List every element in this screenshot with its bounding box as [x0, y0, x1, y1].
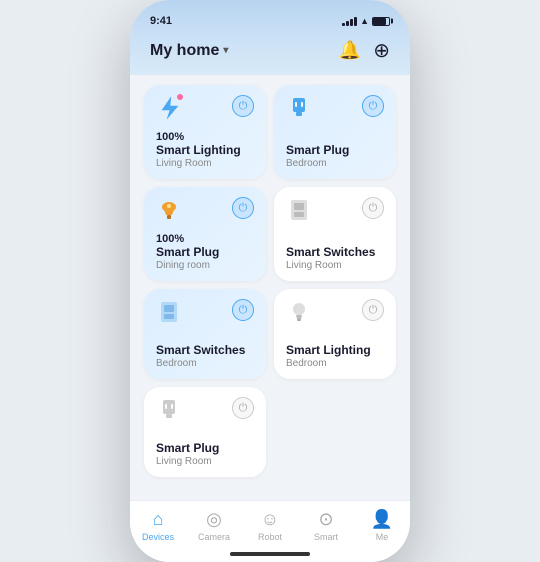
device-card-smart-lighting-bedroom[interactable]: ⏻ Smart Lighting Bedroom — [274, 289, 396, 379]
device-label: Smart Switches — [286, 245, 384, 259]
nav-item-me[interactable]: 👤 Me — [354, 509, 410, 542]
switch-icon — [286, 197, 312, 228]
device-card-smart-plug-living[interactable]: ⏻ Smart Plug Living Room — [144, 387, 266, 477]
header: My home ▾ 🔔 ⊕ — [130, 32, 410, 75]
add-icon[interactable]: ⊕ — [373, 38, 390, 63]
battery-icon — [372, 17, 390, 26]
nav-item-robot[interactable]: ☺ Robot — [242, 509, 298, 542]
power-button-off[interactable]: ⏻ — [362, 299, 384, 321]
device-grid: ⏻ 100% Smart Lighting Living Room — [130, 75, 410, 500]
home-title-text: My home — [150, 42, 219, 60]
device-sublabel: Living Room — [156, 158, 254, 169]
power-button-off[interactable]: ⏻ — [232, 397, 254, 419]
wifi-icon: ▲ — [360, 16, 369, 26]
bell-icon[interactable]: 🔔 — [339, 40, 361, 61]
status-bar: 9:41 ▲ — [130, 0, 410, 32]
power-button-on[interactable]: ⏻ — [232, 95, 254, 117]
phone-shell: 9:41 ▲ My home ▾ 🔔 ⊕ — [130, 0, 410, 562]
nav-label-camera: Camera — [198, 532, 230, 542]
bottom-nav: ⌂ Devices ◎ Camera ☺ Robot ⊙ Smart 👤 Me — [130, 500, 410, 548]
nav-label-robot: Robot — [258, 532, 282, 542]
status-time: 9:41 — [150, 15, 172, 27]
power-button-on[interactable]: ⏻ — [362, 95, 384, 117]
power-button-on[interactable]: ⏻ — [232, 197, 254, 219]
device-card-smart-plug-bedroom[interactable]: ⏻ Smart Plug Bedroom — [274, 85, 396, 179]
bulb-icon — [286, 299, 312, 330]
device-label: Smart Plug — [286, 143, 384, 157]
device-label: Smart Switches — [156, 343, 254, 357]
nav-label-smart: Smart — [314, 532, 338, 542]
home-icon: ⌂ — [153, 509, 164, 530]
header-actions: 🔔 ⊕ — [339, 38, 390, 63]
plug-icon — [286, 95, 312, 126]
home-indicator — [130, 548, 410, 562]
lamp-icon — [156, 197, 182, 228]
device-percent: 100% — [156, 233, 254, 245]
device-icon-wrap — [156, 95, 182, 126]
device-card-smart-switches-bedroom[interactable]: ⏻ Smart Switches Bedroom — [144, 289, 266, 379]
camera-icon: ◎ — [206, 509, 222, 530]
device-row-3: ⏻ Smart Plug Living Room — [144, 387, 396, 477]
device-row-0: ⏻ 100% Smart Lighting Living Room — [144, 85, 396, 179]
device-sublabel: Living Room — [156, 456, 254, 467]
power-button-off[interactable]: ⏻ — [362, 197, 384, 219]
device-label: Smart Plug — [156, 245, 254, 259]
plug-gray-icon — [156, 397, 182, 428]
chevron-down-icon: ▾ — [223, 45, 228, 56]
home-title[interactable]: My home ▾ — [150, 42, 228, 60]
device-label: Smart Plug — [156, 441, 254, 455]
device-card-smart-plug-dining[interactable]: ⏻ 100% Smart Plug Dining room — [144, 187, 266, 281]
device-row-1: ⏻ 100% Smart Plug Dining room ⏻ — [144, 187, 396, 281]
nav-label-me: Me — [376, 532, 389, 542]
device-sublabel: Bedroom — [286, 358, 384, 369]
device-percent: 100% — [156, 131, 254, 143]
nav-label-devices: Devices — [142, 532, 174, 542]
device-card-smart-lighting-living[interactable]: ⏻ 100% Smart Lighting Living Room — [144, 85, 266, 179]
nav-item-smart[interactable]: ⊙ Smart — [298, 509, 354, 542]
nav-item-camera[interactable]: ◎ Camera — [186, 509, 242, 542]
home-bar — [230, 552, 310, 556]
device-label: Smart Lighting — [156, 143, 254, 157]
device-label: Smart Lighting — [286, 343, 384, 357]
switch-blue-icon — [156, 299, 182, 330]
device-sublabel: Bedroom — [286, 158, 384, 169]
me-icon: 👤 — [371, 509, 393, 530]
device-sublabel: Living Room — [286, 260, 384, 271]
signal-bars-icon — [342, 17, 357, 26]
robot-icon: ☺ — [261, 509, 279, 530]
status-icons: ▲ — [342, 16, 390, 26]
device-sublabel: Bedroom — [156, 358, 254, 369]
device-sublabel: Dining room — [156, 260, 254, 271]
active-dot — [177, 94, 183, 100]
smart-icon: ⊙ — [318, 509, 333, 530]
power-button-on[interactable]: ⏻ — [232, 299, 254, 321]
nav-item-devices[interactable]: ⌂ Devices — [130, 509, 186, 542]
device-card-smart-switches-living[interactable]: ⏻ Smart Switches Living Room — [274, 187, 396, 281]
device-row-2: ⏻ Smart Switches Bedroom ⏻ — [144, 289, 396, 379]
